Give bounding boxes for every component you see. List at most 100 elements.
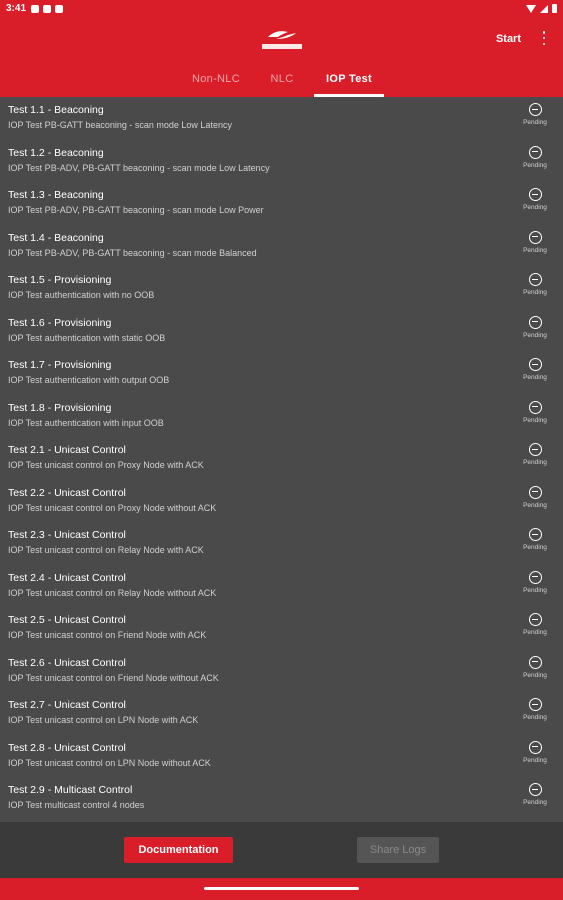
overflow-menu-icon[interactable] (541, 31, 547, 45)
status-time: 3:41 (6, 3, 27, 14)
test-row[interactable]: Test 2.5 - Unicast Control IOP Test unica… (0, 607, 563, 650)
test-row[interactable]: Test 1.3 - Beaconing IOP Test PB-ADV, PB-… (0, 182, 563, 225)
test-title: Test 1.8 - Provisioning (8, 401, 112, 414)
pending-icon (528, 145, 542, 159)
test-status: Pending (517, 613, 553, 636)
tab-iop-test[interactable]: IOP Test (314, 63, 384, 97)
test-row[interactable]: Test 1.7 - Provisioning IOP Test authenti… (0, 352, 563, 395)
test-description: IOP Test unicast control on LPN Node wit… (8, 715, 199, 725)
test-description: IOP Test authentication with static OOB (8, 332, 166, 343)
test-list: Test 1.1 - Beaconing IOP Test PB-GATT bea… (0, 97, 563, 822)
status-label: Pending (523, 756, 547, 764)
test-description: IOP Test PB-GATT beaconing - scan mode L… (8, 120, 232, 130)
test-status: Pending (517, 698, 553, 721)
test-row[interactable]: Test 1.2 - Beaconing IOP Test PB-ADV, PB-… (0, 140, 563, 183)
pending-icon (528, 485, 542, 499)
test-row[interactable]: Test 2.4 - Unicast Control IOP Test unica… (0, 565, 563, 608)
test-title: Test 1.3 - Beaconing (8, 189, 104, 201)
status-label: Pending (523, 374, 547, 381)
test-title: Test 1.7 - Provisioning (8, 359, 112, 371)
test-row[interactable]: Test 1.5 - Provisioning IOP Test authenti… (0, 267, 563, 310)
wifi-icon (526, 4, 536, 13)
test-title: Test 2.4 - Unicast Control (8, 571, 126, 584)
status-label: Pending (523, 586, 547, 594)
pending-icon (528, 655, 542, 669)
status-label: Pending (523, 671, 547, 679)
status-label: Pending (523, 799, 547, 806)
test-status: Pending (517, 230, 553, 254)
test-row[interactable]: Test 2.2 - Unicast Control IOP Test unica… (0, 480, 563, 523)
status-label: Pending (523, 544, 547, 551)
test-row[interactable]: Test 1.6 - Provisioning IOP Test authenti… (0, 310, 563, 353)
test-status: Pending (517, 145, 553, 169)
test-row[interactable]: Test 2.7 - Unicast Control IOP Test unica… (0, 692, 563, 735)
test-status: Pending (517, 528, 553, 551)
test-title: Test 2.9 - Multicast Control (8, 784, 133, 796)
test-title: Test 2.5 - Unicast Control (8, 614, 126, 626)
test-description: IOP Test PB-ADV, PB-GATT beaconing - sca… (8, 247, 257, 258)
pending-icon (528, 443, 542, 456)
test-title: Test 1.4 - Beaconing (8, 231, 104, 244)
home-handle[interactable] (204, 887, 359, 890)
start-button[interactable]: Start (496, 33, 521, 45)
test-description: IOP Test unicast control on Friend Node … (8, 672, 219, 683)
test-title: Test 2.3 - Unicast Control (8, 529, 126, 541)
test-status: Pending (517, 485, 553, 509)
test-description: IOP Test multicast control 4 nodes (8, 800, 145, 810)
test-description: IOP Test PB-ADV, PB-GATT beaconing - sca… (8, 162, 270, 173)
test-status: Pending (517, 783, 553, 806)
tab-nlc[interactable]: NLC (258, 63, 306, 97)
pending-icon (528, 698, 542, 711)
pending-icon (528, 273, 542, 286)
test-description: IOP Test unicast control on Friend Node … (8, 630, 207, 640)
status-label: Pending (523, 501, 547, 509)
status-bar: 3:41 (0, 0, 563, 17)
documentation-button[interactable]: Documentation (124, 837, 233, 863)
pending-icon (528, 315, 542, 329)
status-label: Pending (523, 459, 547, 466)
silicon-labs-logo (262, 31, 302, 49)
navigation-bar (0, 878, 563, 900)
test-description: IOP Test unicast control on Relay Node w… (8, 545, 204, 555)
test-status: Pending (517, 655, 553, 679)
app-bar: Start (0, 17, 563, 63)
test-row[interactable]: Test 1.1 - Beaconing IOP Test PB-GATT bea… (0, 97, 563, 140)
test-row[interactable]: Test 1.4 - Beaconing IOP Test PB-ADV, PB-… (0, 225, 563, 268)
share-logs-button[interactable]: Share Logs (357, 837, 439, 863)
test-title: Test 1.1 - Beaconing (8, 104, 104, 116)
test-status: Pending (517, 273, 553, 296)
test-title: Test 1.6 - Provisioning (8, 316, 112, 329)
test-status: Pending (517, 315, 553, 339)
test-row[interactable]: Test 2.1 - Unicast Control IOP Test unica… (0, 437, 563, 480)
test-title: Test 1.5 - Provisioning (8, 274, 112, 286)
test-row[interactable]: Test 2.9 - Multicast Control IOP Test mul… (0, 777, 563, 820)
test-description: IOP Test authentication with input OOB (8, 417, 164, 428)
battery-icon (552, 4, 557, 13)
test-status: Pending (517, 570, 553, 594)
test-title: Test 2.8 - Unicast Control (8, 741, 126, 754)
test-status: Pending (517, 188, 553, 211)
test-row[interactable]: Test 2.3 - Unicast Control IOP Test unica… (0, 522, 563, 565)
test-row[interactable]: Test 2.8 - Unicast Control IOP Test unica… (0, 735, 563, 778)
test-description: IOP Test unicast control on Proxy Node w… (8, 460, 204, 470)
status-label: Pending (523, 204, 547, 211)
shield-icon (31, 4, 40, 13)
status-label: Pending (523, 119, 547, 126)
test-description: IOP Test authentication with output OOB (8, 375, 170, 385)
status-label: Pending (523, 331, 547, 339)
test-row[interactable]: Test 2.6 - Unicast Control IOP Test unica… (0, 650, 563, 693)
pending-icon (528, 528, 542, 541)
test-description: IOP Test authentication with no OOB (8, 290, 155, 300)
test-status: Pending (517, 400, 553, 424)
test-status: Pending (517, 103, 553, 126)
notification-icon (55, 4, 64, 13)
tab-non-nlc[interactable]: Non-NLC (182, 63, 250, 97)
status-label: Pending (523, 246, 547, 254)
test-title: Test 2.7 - Unicast Control (8, 699, 126, 711)
pending-icon (528, 783, 542, 796)
status-label: Pending (523, 714, 547, 721)
test-title: Test 2.2 - Unicast Control (8, 486, 126, 499)
test-row[interactable]: Test 1.8 - Provisioning IOP Test authenti… (0, 395, 563, 438)
test-status: Pending (517, 740, 553, 764)
test-title: Test 1.2 - Beaconing (8, 146, 104, 159)
